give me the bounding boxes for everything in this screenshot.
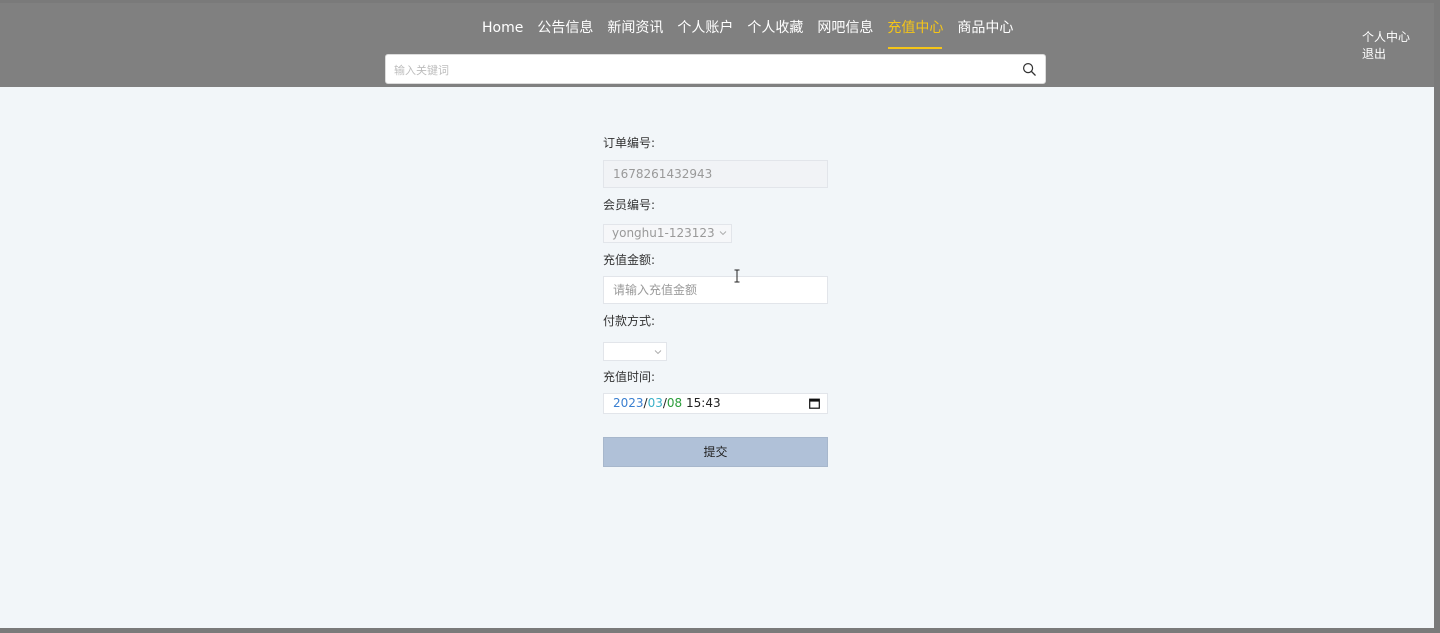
order-no-field: 1678261432943 xyxy=(603,160,828,188)
date-month: 03 xyxy=(647,396,663,410)
time-label: 充值时间: xyxy=(603,370,656,384)
chevron-down-icon xyxy=(719,231,726,236)
recharge-form: 订单编号: 1678261432943 会员编号: yonghu1-123123… xyxy=(603,133,829,467)
date-day: 08 xyxy=(666,396,683,410)
recharge-time-input[interactable]: 2023/03/08 15:43 xyxy=(603,393,828,414)
nav-news[interactable]: 新闻资讯 xyxy=(600,16,670,49)
calendar-icon[interactable] xyxy=(809,398,820,409)
member-no-select[interactable]: yonghu1-123123 xyxy=(603,223,732,243)
member-no-value: yonghu1-123123 xyxy=(612,226,715,240)
profile-link[interactable]: 个人中心 xyxy=(1362,29,1410,46)
nav-favorites[interactable]: 个人收藏 xyxy=(740,16,810,49)
search-icon[interactable] xyxy=(1022,62,1037,77)
chevron-down-icon xyxy=(654,349,662,354)
submit-button[interactable]: 提交 xyxy=(603,437,828,467)
nav-home[interactable]: Home xyxy=(475,16,530,49)
date-time: 15:43 xyxy=(686,396,721,410)
amount-input[interactable] xyxy=(613,282,813,297)
top-navbar: Home 公告信息 新闻资讯 个人账户 个人收藏 网吧信息 充值中心 商品中心 … xyxy=(0,3,1434,87)
member-no-label: 会员编号: xyxy=(603,198,656,212)
search-bar xyxy=(385,54,1046,84)
nav-product-center[interactable]: 商品中心 xyxy=(950,16,1020,49)
user-links: 个人中心 退出 xyxy=(1362,29,1410,63)
order-no-label: 订单编号: xyxy=(603,136,656,150)
page-frame: Home 公告信息 新闻资讯 个人账户 个人收藏 网吧信息 充值中心 商品中心 … xyxy=(0,3,1434,628)
nav-announcements[interactable]: 公告信息 xyxy=(530,16,600,49)
logout-link[interactable]: 退出 xyxy=(1362,46,1410,63)
amount-field xyxy=(603,275,828,304)
nav-recharge-center[interactable]: 充值中心 xyxy=(880,16,950,49)
nav-netcafe-info[interactable]: 网吧信息 xyxy=(810,16,880,49)
nav-personal-account[interactable]: 个人账户 xyxy=(670,16,740,49)
member-no-row: yonghu1-123123 xyxy=(603,222,829,243)
main-nav: Home 公告信息 新闻资讯 个人账户 个人收藏 网吧信息 充值中心 商品中心 xyxy=(475,16,1020,49)
search-input[interactable] xyxy=(394,61,1014,79)
payment-label: 付款方式: xyxy=(603,313,656,328)
date-year: 2023 xyxy=(613,396,644,410)
payment-row xyxy=(603,337,829,361)
text-cursor-icon xyxy=(734,269,740,283)
payment-select[interactable] xyxy=(603,342,667,361)
amount-label: 充值金额: xyxy=(603,252,656,267)
